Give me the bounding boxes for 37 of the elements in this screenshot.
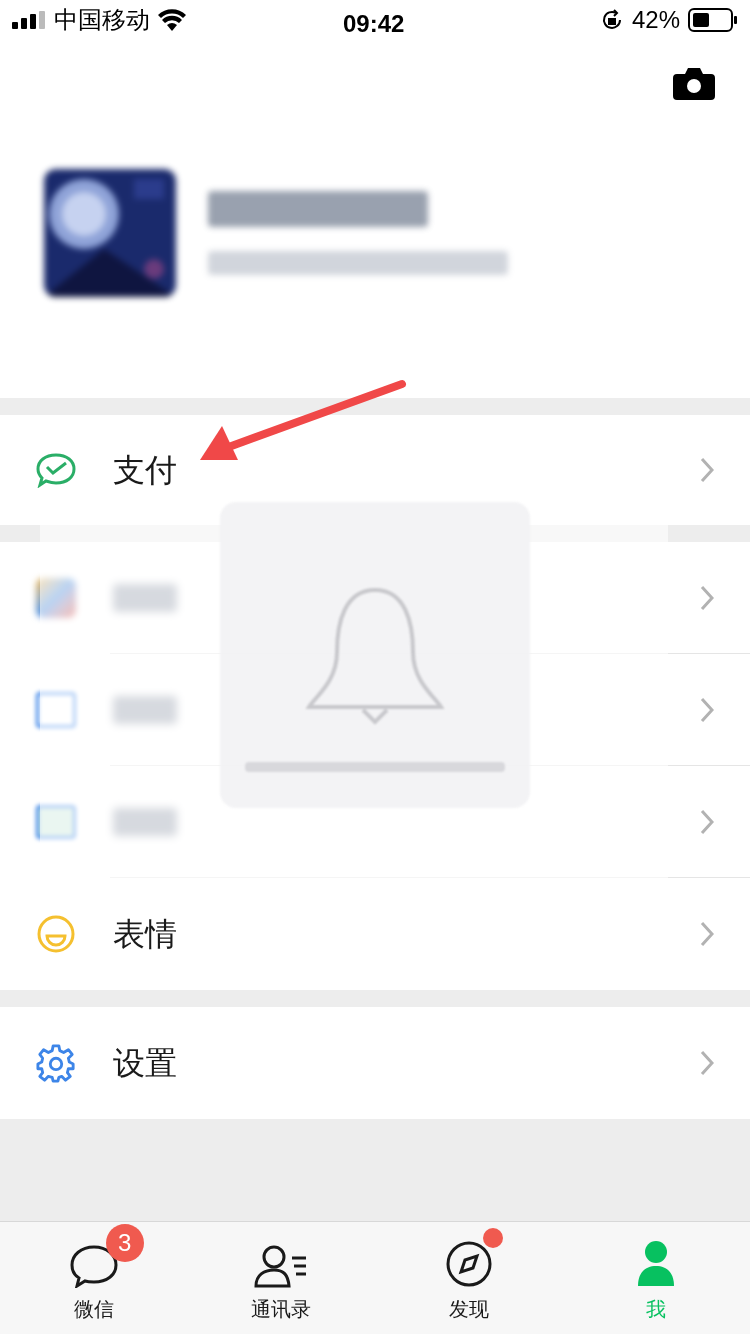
tab-label: 通讯录 <box>251 1297 312 1322</box>
carrier-name: 中国移动 <box>54 5 150 35</box>
menu-label: 支付 <box>113 451 177 490</box>
chat-bubble-icon <box>69 1244 118 1288</box>
chevron-right-icon <box>700 921 714 947</box>
chevron-right-icon <box>700 1050 714 1076</box>
menu-row[interactable]: 支付 <box>0 415 750 525</box>
tab-item[interactable]: 通讯录 <box>187 1222 375 1334</box>
blurred-label-bar <box>113 808 177 836</box>
tab-item[interactable]: 发现 <box>375 1222 563 1334</box>
blurred-label-bar <box>113 696 177 724</box>
menu-label: 表情 <box>113 915 177 954</box>
tab-item[interactable]: 3 微信 <box>0 1222 188 1334</box>
settings-icon <box>36 1042 76 1084</box>
tab-label: 发现 <box>448 1297 489 1322</box>
unread-badge: 3 <box>105 1224 144 1262</box>
menu-label: 设置 <box>113 1044 177 1083</box>
menu-row[interactable]: 设置 <box>0 1007 750 1119</box>
blurred-cube-icon <box>36 578 76 618</box>
chevron-right-icon <box>700 585 714 611</box>
wifi-icon <box>158 9 186 31</box>
battery-percent: 42% <box>631 5 680 35</box>
blurred-label-bar <box>113 584 177 612</box>
tab-label: 微信 <box>73 1297 114 1322</box>
chevron-right-icon <box>700 697 714 723</box>
chevron-right-icon <box>700 457 714 483</box>
tab-label: 我 <box>646 1297 667 1322</box>
camera-icon[interactable] <box>673 68 715 100</box>
battery-icon <box>688 8 738 32</box>
status-time: 09:42 <box>343 9 405 39</box>
wallet-check-icon <box>36 452 76 488</box>
blurred-picture-icon <box>36 692 76 728</box>
smiley-icon <box>36 914 76 954</box>
compass-icon <box>444 1240 493 1288</box>
person-list-icon <box>254 1244 309 1288</box>
chevron-right-icon <box>700 809 714 835</box>
signal-icon <box>12 11 46 29</box>
